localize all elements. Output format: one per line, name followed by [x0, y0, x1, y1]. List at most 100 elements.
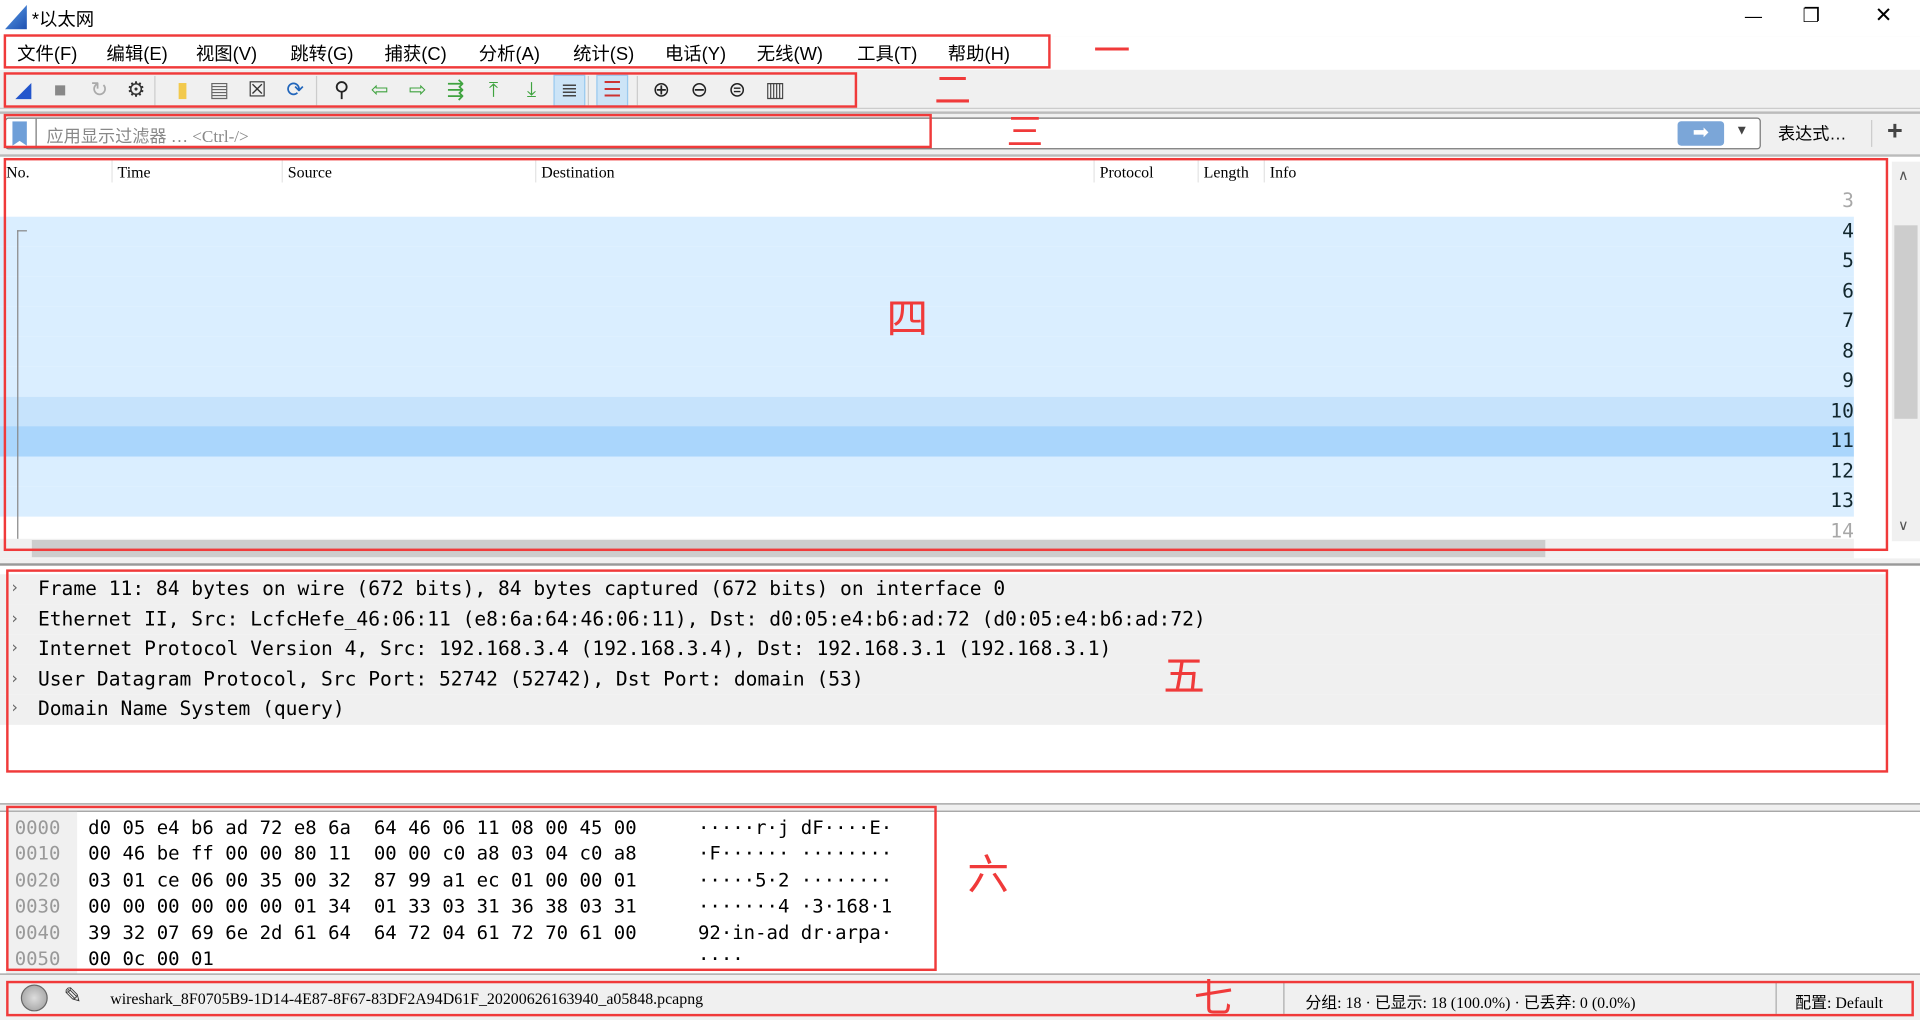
find-packet-button[interactable]: ⚲	[326, 75, 358, 107]
detail-tree-item[interactable]: › User Datagram Protocol, Src Port: 52742…	[0, 664, 1886, 695]
h-scrollbar-thumb[interactable]	[31, 540, 1546, 558]
close-button[interactable]: ✕	[1875, 4, 1892, 28]
last-packet-button[interactable]: ⤓	[516, 75, 548, 107]
annotation-label-4: 四	[886, 295, 929, 345]
byte-ascii[interactable]: ·····5·2 ········	[698, 868, 892, 894]
colorize-button[interactable]: ☰	[596, 74, 629, 107]
restart-capture-button[interactable]: ↻	[83, 75, 115, 107]
expand-arrow-icon[interactable]: ›	[10, 604, 20, 634]
packet-row[interactable]: 122.400052192.168.3.1192.168.3.4DNS84Sta…	[0, 456, 1854, 487]
packet-row[interactable]: 91.464050192.168.3.1192.168.3.4DNS86Stan…	[0, 366, 1854, 397]
detail-tree-item[interactable]: › Domain Name System (query)	[0, 694, 1886, 725]
packet-bytes-pane: 0000 d0 05 e4 b6 ad 72 e8 6a 64 46 06 11 …	[0, 810, 1920, 975]
menu-item[interactable]: 分析(A)	[479, 40, 540, 66]
detail-tree-item[interactable]: › Frame 11: 84 bytes on wire (672 bits), …	[0, 574, 1886, 605]
menu-item[interactable]: 工具(T)	[857, 40, 917, 66]
capture-options-button[interactable]: ⚙	[120, 75, 152, 107]
packet-row[interactable]: 31.345731d0:05:e4:b6:ad:72Spanning-tree-…	[0, 186, 1854, 217]
related-packet-indicator	[17, 230, 19, 549]
menu-item[interactable]: 视图(V)	[196, 40, 257, 66]
packet-row[interactable]: 132.400565192.168.3.1192.168.3.4DNS84Sta…	[0, 486, 1854, 517]
menu-item[interactable]: 无线(W)	[757, 40, 823, 66]
menu-item[interactable]: 捕获(C)	[384, 40, 446, 66]
detail-tree-item[interactable]: › Internet Protocol Version 4, Src: 192.1…	[0, 634, 1886, 665]
packet-no: 11	[1830, 428, 1854, 452]
apply-filter-button[interactable]: ➡	[1677, 121, 1725, 146]
zoom-reset-icon: ⊜	[728, 78, 746, 102]
byte-ascii[interactable]: ····	[698, 947, 744, 973]
bookmark-icon[interactable]	[12, 121, 27, 146]
packet-row[interactable]: 112.399256192.168.3.4192.168.3.1DNS84Sta…	[0, 426, 1854, 457]
first-packet-button[interactable]: ⤒	[478, 75, 510, 107]
byte-hex[interactable]: 39 32 07 69 6e 2d 61 64 64 72 04 61 72 7…	[88, 920, 636, 946]
expression-button[interactable]: 表达式…	[1778, 121, 1847, 145]
close-file-button[interactable]: ☒	[241, 75, 273, 107]
byte-hex[interactable]: d0 05 e4 b6 ad 72 e8 6a 64 46 06 11 08 0…	[88, 816, 636, 842]
menu-item[interactable]: 帮助(H)	[948, 40, 1010, 66]
detail-text: Ethernet II, Src: LcfcHefe_46:06:11 (e8:…	[37, 606, 1206, 631]
byte-hex[interactable]: 00 0c 00 01	[88, 947, 214, 973]
packet-no: 10	[1830, 398, 1854, 422]
menu-item[interactable]: 电话(Y)	[665, 40, 726, 66]
packet-row[interactable]: 41.406292192.168.3.4192.168.3.1DNS84Stan…	[0, 216, 1854, 247]
expand-arrow-icon[interactable]: ›	[10, 634, 20, 664]
detail-tree-item[interactable]: › Ethernet II, Src: LcfcHefe_46:06:11 (e8…	[0, 604, 1886, 635]
annotation-label-1: 一	[1093, 30, 1131, 74]
menu-item[interactable]: 统计(S)	[573, 40, 634, 66]
capture-comment-icon[interactable]: ✎	[64, 983, 82, 1009]
open-file-button[interactable]: ▮	[167, 75, 199, 107]
menu-item[interactable]: 编辑(E)	[107, 40, 168, 66]
byte-hex[interactable]: 03 01 ce 06 00 35 00 32 87 99 a1 ec 01 0…	[88, 868, 636, 894]
wireshark-window: *以太网 — ❐ ✕ 文件(F) 编辑(E) 视图(V) 跳转(G) 捕获(C) 分析(A…	[0, 0, 1920, 1021]
menu-bar: 文件(F) 编辑(E) 视图(V) 跳转(G) 捕获(C) 分析(A) 统计(S) 电话(Y)…	[0, 36, 1920, 70]
packet-no: 13	[1830, 488, 1854, 512]
zoom-out-button[interactable]: ⊖	[683, 75, 715, 107]
expert-info-icon[interactable]	[20, 984, 48, 1012]
byte-ascii[interactable]: ·F······ ········	[698, 842, 892, 868]
packet-row[interactable]: 102.399196192.168.3.4192.168.3.1DNS84Sta…	[0, 396, 1854, 427]
start-capture-button[interactable]: ◢	[7, 75, 39, 107]
save-file-icon: ▤	[209, 78, 230, 102]
zoom-in-icon: ⊕	[652, 78, 670, 102]
expand-arrow-icon[interactable]: ›	[10, 574, 20, 604]
byte-ascii[interactable]: ·····r·j dF····E·	[698, 816, 892, 842]
profile-selector[interactable]: 配置: Default	[1795, 989, 1883, 1012]
go-to-packet-button[interactable]: ⇶	[440, 75, 472, 107]
byte-offset: 0030	[14, 895, 61, 918]
packet-row[interactable]: 51.406647192.168.3.4192.168.3.1DNS87Stan…	[0, 246, 1854, 277]
packet-no: 4	[1842, 218, 1854, 242]
filter-history-dropdown[interactable]: ▼	[1735, 124, 1748, 139]
save-file-button[interactable]: ▤	[203, 75, 235, 107]
close-file-icon: ☒	[247, 78, 267, 102]
menu-item[interactable]: 文件(F)	[17, 40, 77, 66]
resize-columns-button[interactable]: ▥	[759, 75, 791, 107]
reload-file-button[interactable]: ⟳	[279, 75, 311, 107]
restore-button[interactable]: ❐	[1802, 4, 1820, 28]
byte-ascii[interactable]: 92·in-ad dr·arpa·	[698, 920, 892, 946]
go-back-button[interactable]: ⇦	[364, 75, 396, 107]
byte-ascii[interactable]: ·······4 ·3·168·1	[698, 894, 892, 920]
detail-text: Domain Name System (query)	[37, 696, 345, 721]
auto-scroll-button[interactable]: ≣	[553, 74, 586, 107]
detail-text: Frame 11: 84 bytes on wire (672 bits), 8…	[37, 576, 1006, 601]
capture-options-icon: ⚙	[126, 78, 146, 102]
display-filter-input[interactable]: 应用显示过滤器 … <Ctrl-/> ➡ ▼	[4, 117, 1761, 150]
wireshark-logo-icon	[4, 4, 27, 30]
vertical-scrollbar[interactable]: ∧ ∨	[1891, 161, 1920, 542]
byte-hex[interactable]: 00 46 be ff 00 00 80 11 00 00 c0 a8 03 0…	[88, 842, 636, 868]
expand-arrow-icon[interactable]: ›	[10, 694, 20, 724]
byte-offset: 0000	[14, 816, 61, 839]
minimize-button[interactable]: —	[1745, 6, 1762, 26]
horizontal-scrollbar[interactable]	[0, 538, 1854, 559]
find-packet-icon: ⚲	[334, 78, 350, 102]
menu-item[interactable]: 跳转(G)	[290, 40, 353, 66]
add-filter-button[interactable]: +	[1887, 115, 1903, 147]
zoom-in-button[interactable]: ⊕	[645, 75, 677, 107]
stop-capture-button[interactable]: ■	[44, 75, 76, 107]
zoom-reset-button[interactable]: ⊜	[721, 75, 753, 107]
go-forward-button[interactable]: ⇨	[402, 75, 434, 107]
expand-arrow-icon[interactable]: ›	[10, 664, 20, 694]
packet-list: No. Time Source Destination Protocol Length In…	[0, 154, 1920, 559]
scrollbar-thumb[interactable]	[1894, 225, 1918, 419]
byte-hex[interactable]: 00 00 00 00 00 00 01 34 01 33 03 31 36 3…	[88, 894, 636, 920]
